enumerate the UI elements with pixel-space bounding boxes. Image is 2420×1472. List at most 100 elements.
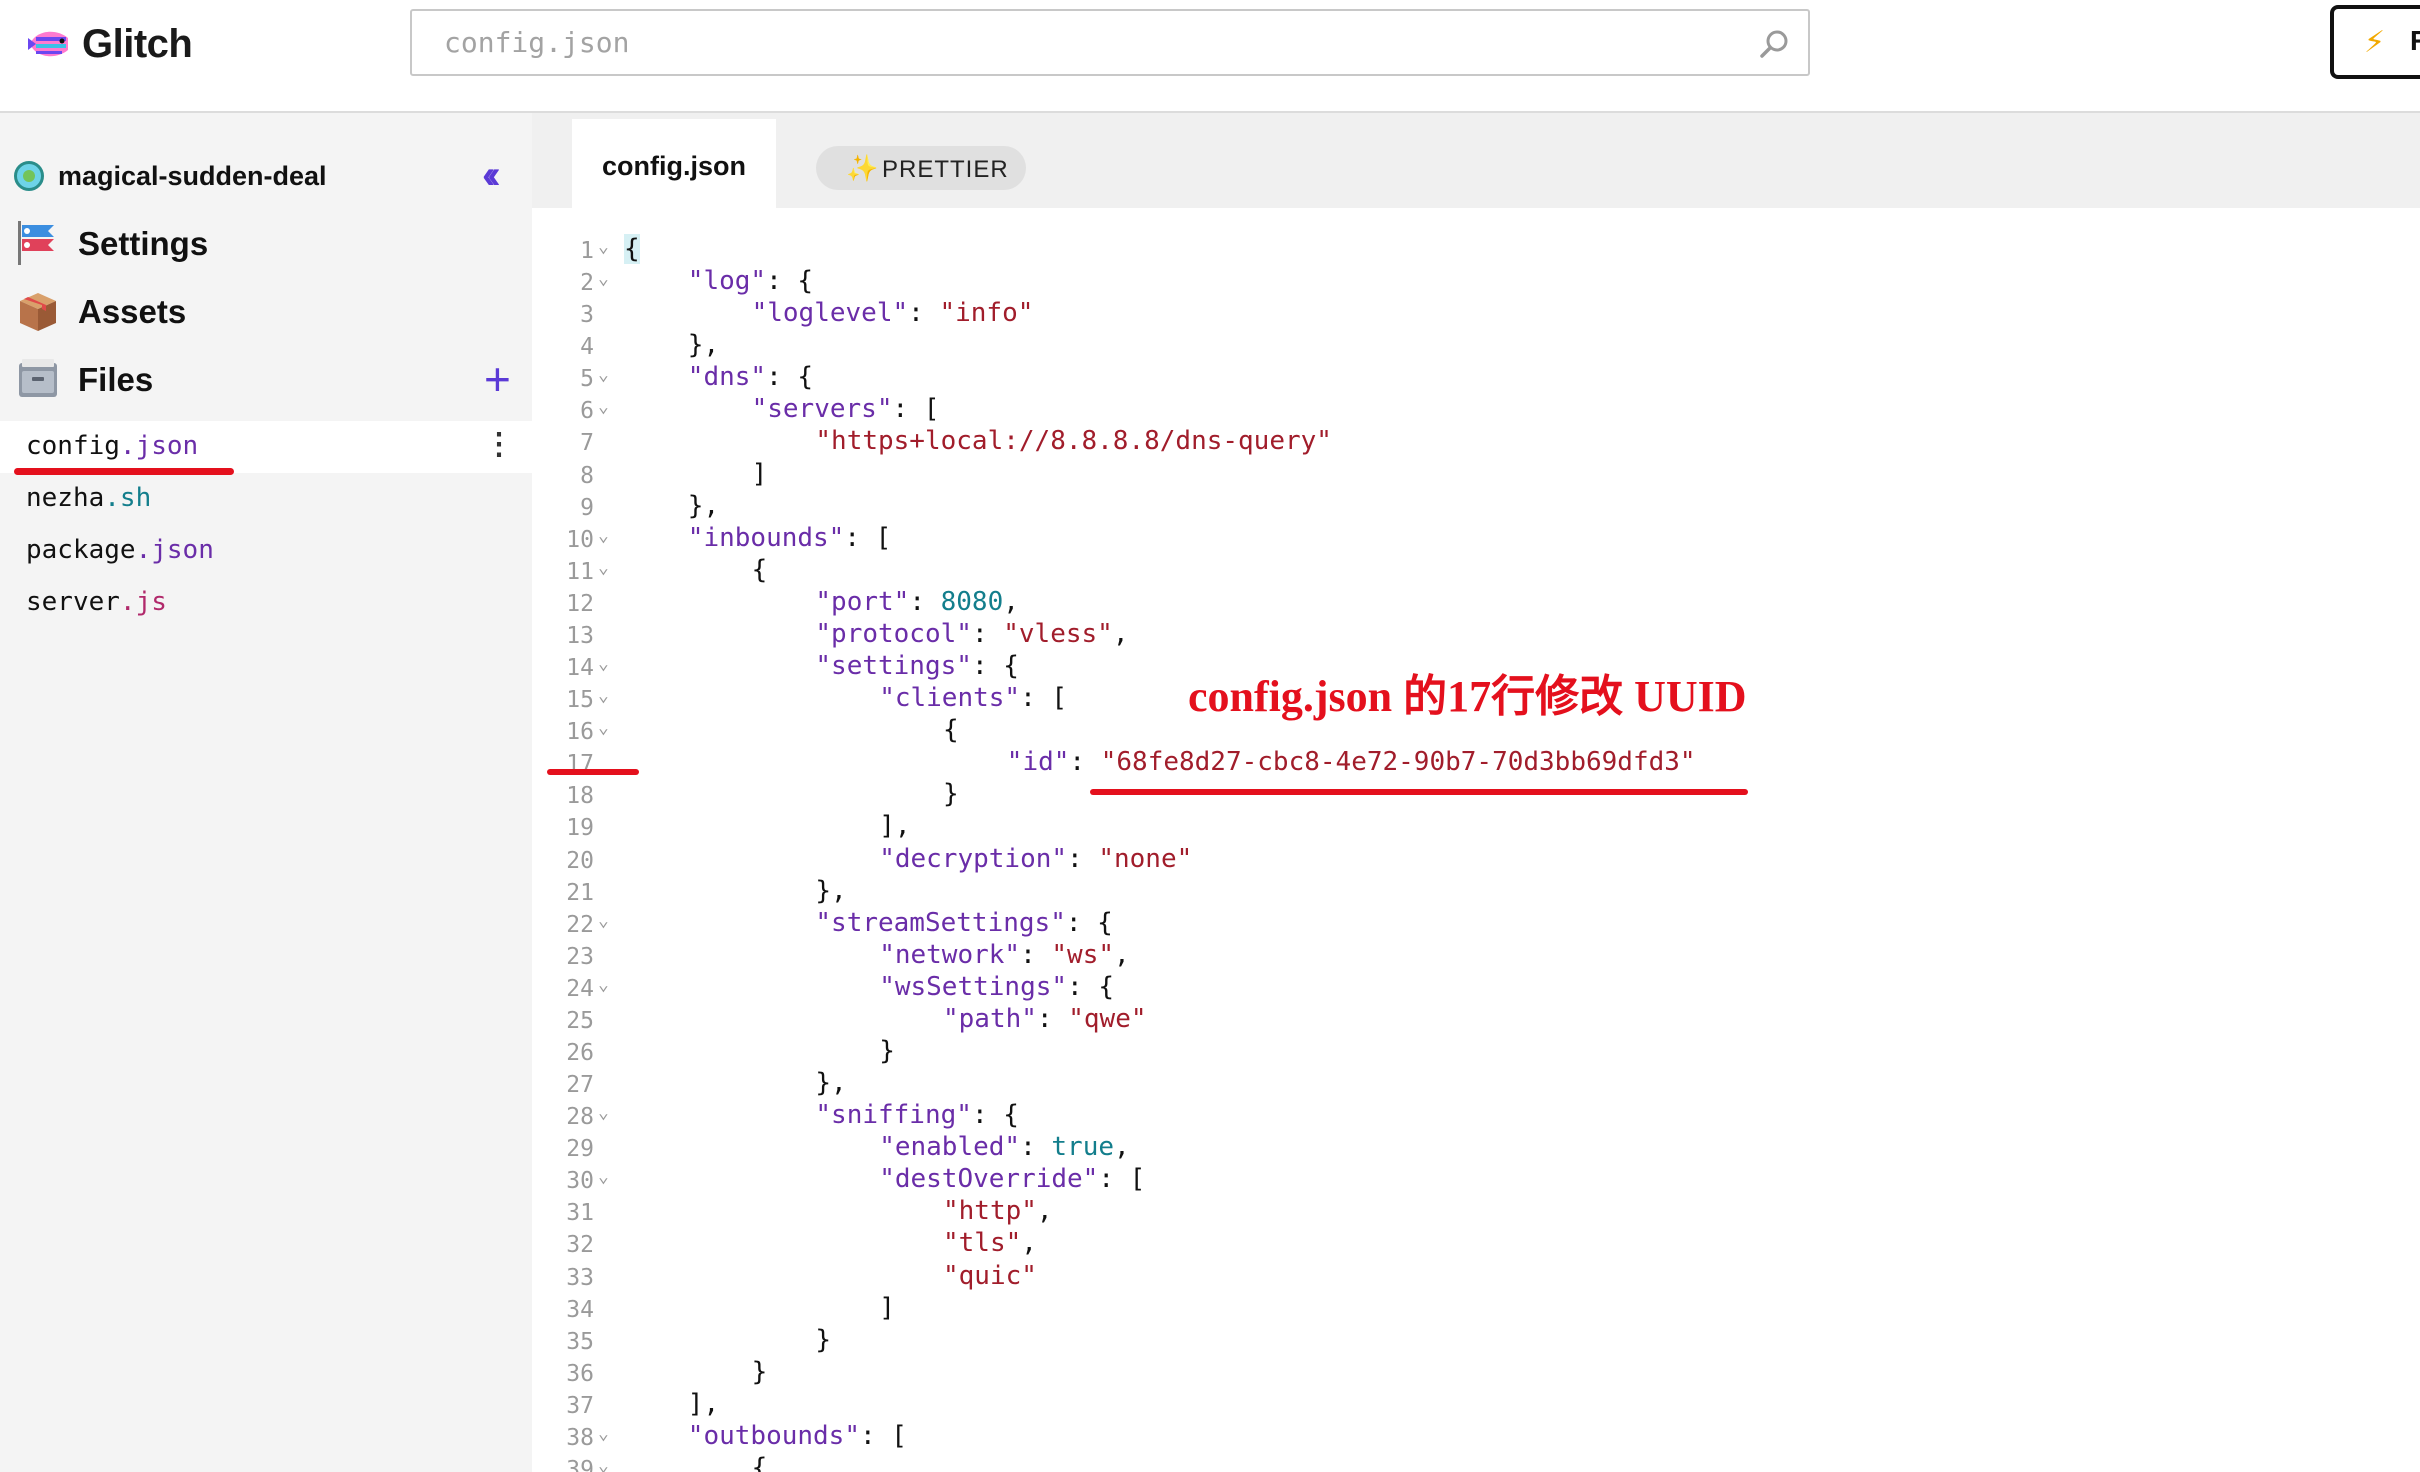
code-line[interactable]: 24 ⌄ "wsSettings": { xyxy=(532,972,2420,1004)
code-line[interactable]: 25 "path": "qwe" xyxy=(532,1004,2420,1036)
sidebar-item-label: Settings xyxy=(78,225,209,262)
remix-button[interactable]: ⚡ R xyxy=(2330,5,2420,79)
code-line[interactable]: 33 "quic" xyxy=(532,1261,2420,1293)
code-line[interactable]: 5 ⌄ "dns": { xyxy=(532,362,2420,394)
code-line[interactable]: 17 "id": "68fe8d27-cbc8-4e72-90b7-70d3bb6… xyxy=(532,747,2420,779)
line-number: 18 xyxy=(566,783,594,810)
line-number: 5 xyxy=(580,366,594,393)
fold-toggle-icon[interactable]: ⌄ xyxy=(598,557,609,578)
code-line[interactable]: 19], xyxy=(532,811,2420,843)
line-number: 9 xyxy=(580,494,594,521)
sidebar: magical-sudden-deal ‹‹ Settings Assets F… xyxy=(0,113,532,1472)
code-line[interactable]: 26} xyxy=(532,1036,2420,1068)
file-item-config-json[interactable]: config.json ⋮ xyxy=(0,421,532,473)
code-line[interactable]: 28 ⌄ "sniffing": { xyxy=(532,1100,2420,1132)
code-text: ], xyxy=(687,1388,720,1419)
fold-toggle-icon[interactable]: ⌄ xyxy=(598,1166,609,1187)
code-text: "clients": [ xyxy=(879,683,1068,714)
fold-toggle-icon[interactable]: ⌄ xyxy=(598,1102,609,1123)
line-number: 8 xyxy=(580,462,594,489)
line-number: 28 xyxy=(566,1104,594,1131)
collapse-sidebar-icon[interactable]: ‹‹ xyxy=(482,153,500,198)
app-name: Glitch xyxy=(82,21,193,66)
search-input[interactable] xyxy=(412,11,1808,74)
code-line[interactable]: 8] xyxy=(532,459,2420,491)
project-header[interactable]: magical-sudden-deal ‹‹ xyxy=(14,147,524,207)
code-line[interactable]: 2 ⌄ "log": { xyxy=(532,266,2420,298)
code-editor[interactable]: 1 ⌄{2 ⌄ "log": {3 "loglevel": "info" 4}, 5 ⌄ "dn… xyxy=(532,208,2420,1472)
line-number: 14 xyxy=(566,655,594,682)
code-line[interactable]: 31 "http", xyxy=(532,1196,2420,1228)
tab-config-json[interactable]: config.json xyxy=(572,119,776,208)
project-avatar xyxy=(14,161,44,191)
code-line[interactable]: 7 "https+local://8.8.8.8/dns-query" xyxy=(532,426,2420,458)
file-item-nezha-sh[interactable]: nezha.sh xyxy=(0,473,532,525)
code-line[interactable]: 30 ⌄ "destOverride": [ xyxy=(532,1164,2420,1196)
fold-toggle-icon[interactable]: ⌄ xyxy=(598,717,609,738)
code-line[interactable]: 1 ⌄ { xyxy=(532,234,2420,266)
tab-label: config.json xyxy=(602,151,746,181)
add-file-icon[interactable]: + xyxy=(484,349,511,409)
sidebar-item-files[interactable]: Files + xyxy=(14,349,524,409)
sidebar-item-settings[interactable]: Settings xyxy=(14,213,524,273)
project-name: magical-sudden-deal xyxy=(58,161,327,191)
file-extension: .sh xyxy=(104,483,152,513)
code-line[interactable]: 10 ⌄ "inbounds": [ xyxy=(532,523,2420,555)
fold-toggle-icon[interactable]: ⌄ xyxy=(598,1423,609,1444)
line-number: 35 xyxy=(566,1328,594,1355)
line-number: 13 xyxy=(566,622,594,649)
code-line[interactable]: 11 ⌄ { xyxy=(532,555,2420,587)
prettier-button[interactable]: ✨ PRETTIER xyxy=(816,146,1026,190)
code-line[interactable]: 35} xyxy=(532,1325,2420,1357)
file-options-icon[interactable]: ⋮ xyxy=(484,427,514,462)
code-line[interactable]: 3 "loglevel": "info" xyxy=(532,298,2420,330)
fold-toggle-icon[interactable]: ⌄ xyxy=(598,236,609,257)
code-line[interactable]: 37], xyxy=(532,1389,2420,1421)
sidebar-item-assets[interactable]: Assets xyxy=(14,281,524,341)
file-name: nezha xyxy=(26,483,105,513)
code-line[interactable]: 21}, xyxy=(532,876,2420,908)
annotation-underline-line-number xyxy=(547,769,639,775)
fold-toggle-icon[interactable]: ⌄ xyxy=(598,525,609,546)
code-line[interactable]: 29 "enabled": true, xyxy=(532,1132,2420,1164)
code-line[interactable]: 4}, xyxy=(532,330,2420,362)
code-line[interactable]: 39 ⌄ { xyxy=(532,1453,2420,1472)
glitch-fish-icon xyxy=(26,24,72,64)
code-line[interactable]: 36} xyxy=(532,1357,2420,1389)
code-line[interactable]: 27}, xyxy=(532,1068,2420,1100)
code-text: "streamSettings": { xyxy=(815,907,1113,938)
file-item-package-json[interactable]: package.json xyxy=(0,525,532,577)
file-list: config.json ⋮ nezha.sh package.json serv… xyxy=(0,421,532,629)
code-line[interactable]: 6 ⌄ "servers": [ xyxy=(532,394,2420,426)
fold-toggle-icon[interactable]: ⌄ xyxy=(598,268,609,289)
code-line[interactable]: 18} xyxy=(532,779,2420,811)
line-number: 23 xyxy=(566,943,594,970)
line-number: 20 xyxy=(566,847,594,874)
code-text: } xyxy=(815,1324,832,1355)
code-line[interactable]: 22 ⌄ "streamSettings": { xyxy=(532,908,2420,940)
fold-toggle-icon[interactable]: ⌄ xyxy=(598,396,609,417)
code-text: { xyxy=(751,554,768,585)
search-icon[interactable] xyxy=(1758,28,1790,60)
file-item-server-js[interactable]: server.js xyxy=(0,577,532,629)
fold-toggle-icon[interactable]: ⌄ xyxy=(598,364,609,385)
fold-toggle-icon[interactable]: ⌄ xyxy=(598,685,609,706)
fold-toggle-icon[interactable]: ⌄ xyxy=(598,910,609,931)
code-text: } xyxy=(751,1356,768,1387)
code-line[interactable]: 23 "network": "ws", xyxy=(532,940,2420,972)
code-line[interactable]: 34] xyxy=(532,1293,2420,1325)
code-line[interactable]: 38 ⌄ "outbounds": [ xyxy=(532,1421,2420,1453)
line-number: 12 xyxy=(566,590,594,617)
fold-toggle-icon[interactable]: ⌄ xyxy=(598,974,609,995)
code-line[interactable]: 20 "decryption": "none" xyxy=(532,844,2420,876)
code-line[interactable]: 9}, xyxy=(532,491,2420,523)
fold-toggle-icon[interactable]: ⌄ xyxy=(598,653,609,674)
code-line[interactable]: 32 "tls", xyxy=(532,1228,2420,1260)
app-logo[interactable]: Glitch xyxy=(26,18,193,70)
code-line[interactable]: 12 "port": 8080, xyxy=(532,587,2420,619)
fold-toggle-icon[interactable]: ⌄ xyxy=(598,1455,609,1472)
code-line[interactable]: 13 "protocol": "vless", xyxy=(532,619,2420,651)
package-box-icon xyxy=(14,287,62,335)
line-number: 6 xyxy=(580,398,594,425)
search-box[interactable] xyxy=(410,9,1810,76)
